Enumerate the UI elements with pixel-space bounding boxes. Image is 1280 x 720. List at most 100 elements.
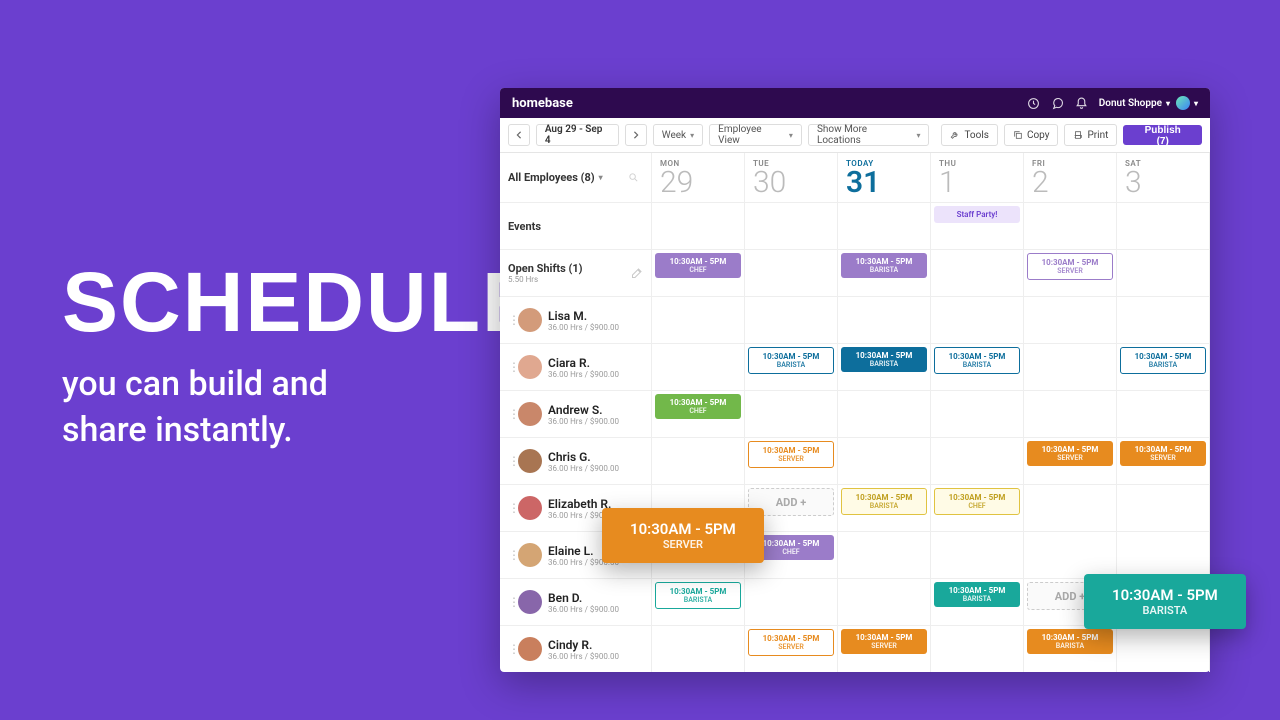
- shift-cell[interactable]: 10:30AM - 5PMBARISTA: [745, 343, 838, 390]
- event-cell[interactable]: [745, 202, 838, 249]
- shift-cell[interactable]: [1117, 625, 1210, 672]
- shift-cell[interactable]: [931, 249, 1024, 296]
- shift-cell[interactable]: 10:30AM - 5PMCHEF: [652, 249, 745, 296]
- shift-cell[interactable]: [1024, 390, 1117, 437]
- shift-cell[interactable]: 10:30AM - 5PMBARISTA: [838, 249, 931, 296]
- shift-cell[interactable]: [1117, 390, 1210, 437]
- event-cell[interactable]: [838, 202, 931, 249]
- shift-block[interactable]: 10:30AM - 5PMBARISTA: [841, 253, 927, 278]
- account-menu[interactable]: Donut Shoppe▾▾: [1099, 96, 1198, 110]
- shift-block[interactable]: 10:30AM - 5PMSERVER: [748, 629, 834, 656]
- shift-cell[interactable]: [652, 343, 745, 390]
- shift-block[interactable]: 10:30AM - 5PMCHEF: [934, 488, 1020, 515]
- employee-filter[interactable]: All Employees (8) ▾: [500, 153, 652, 202]
- employee-row-label[interactable]: ⋮Ben D.36.00 Hrs / $900.00: [500, 578, 652, 625]
- tools-button[interactable]: Tools: [941, 124, 997, 146]
- bell-icon[interactable]: [1073, 94, 1091, 112]
- events-row-label: Events: [500, 202, 652, 249]
- shift-cell[interactable]: [931, 625, 1024, 672]
- shift-block[interactable]: 10:30AM - 5PMSERVER: [1027, 441, 1113, 466]
- event-pill[interactable]: Staff Party!: [934, 206, 1020, 223]
- shift-cell[interactable]: 10:30AM - 5PMBARISTA: [838, 484, 931, 531]
- date-range[interactable]: Aug 29 - Sep 4: [536, 124, 619, 146]
- shift-cell[interactable]: 10:30AM - 5PMBARISTA: [931, 578, 1024, 625]
- publish-button[interactable]: Publish (7): [1123, 125, 1202, 145]
- shift-cell[interactable]: 10:30AM - 5PMSERVER: [745, 625, 838, 672]
- employee-row-label[interactable]: ⋮Andrew S.36.00 Hrs / $900.00: [500, 390, 652, 437]
- shift-block[interactable]: 10:30AM - 5PMBARISTA: [934, 582, 1020, 607]
- shift-block[interactable]: 10:30AM - 5PMCHEF: [655, 394, 741, 419]
- event-cell[interactable]: [1117, 202, 1210, 249]
- shift-block[interactable]: 10:30AM - 5PMBARISTA: [1120, 347, 1206, 374]
- shift-cell[interactable]: 10:30AM - 5PMBARISTA: [931, 343, 1024, 390]
- shift-cell[interactable]: 10:30AM - 5PMBARISTA: [838, 343, 931, 390]
- copy-button[interactable]: Copy: [1004, 124, 1059, 146]
- shift-cell[interactable]: 10:30AM - 5PMSERVER: [838, 625, 931, 672]
- shift-cell[interactable]: [652, 437, 745, 484]
- shift-block[interactable]: 10:30AM - 5PMCHEF: [655, 253, 741, 278]
- shift-cell[interactable]: [838, 531, 931, 578]
- shift-cell[interactable]: 10:30AM - 5PMBARISTA: [1117, 343, 1210, 390]
- shift-block[interactable]: 10:30AM - 5PMBARISTA: [748, 347, 834, 374]
- chat-icon[interactable]: [1049, 94, 1067, 112]
- view-select[interactable]: Week▾: [653, 124, 703, 146]
- shift-cell[interactable]: [745, 390, 838, 437]
- shift-cell[interactable]: [931, 437, 1024, 484]
- shift-cell[interactable]: [745, 296, 838, 343]
- employee-row-label[interactable]: ⋮Chris G.36.00 Hrs / $900.00: [500, 437, 652, 484]
- clock-icon[interactable]: [1025, 94, 1043, 112]
- shift-block[interactable]: 10:30AM - 5PMSERVER: [1120, 441, 1206, 466]
- shift-cell[interactable]: [838, 437, 931, 484]
- shift-cell[interactable]: [931, 296, 1024, 343]
- shift-block[interactable]: 10:30AM - 5PMBARISTA: [1027, 629, 1113, 654]
- floating-shift-card[interactable]: 10:30AM - 5PMBARISTA: [1084, 574, 1246, 629]
- locations-select[interactable]: Show More Locations▾: [808, 124, 930, 146]
- shift-cell[interactable]: [1024, 343, 1117, 390]
- prev-week-button[interactable]: [508, 124, 530, 146]
- event-cell[interactable]: Staff Party!: [931, 202, 1024, 249]
- shift-cell[interactable]: [1117, 531, 1210, 578]
- titlebar: homebase Donut Shoppe▾▾: [500, 88, 1210, 118]
- mode-select[interactable]: Employee View▾: [709, 124, 802, 146]
- shift-cell[interactable]: 10:30AM - 5PMSERVER: [745, 437, 838, 484]
- shift-cell[interactable]: 10:30AM - 5PMBARISTA: [1024, 625, 1117, 672]
- shift-cell[interactable]: 10:30AM - 5PMCHEF: [931, 484, 1024, 531]
- print-button[interactable]: Print: [1064, 124, 1117, 146]
- shift-cell[interactable]: [1024, 531, 1117, 578]
- shift-cell[interactable]: 10:30AM - 5PMBARISTA: [652, 578, 745, 625]
- employee-row-label[interactable]: ⋮Lisa M.36.00 Hrs / $900.00: [500, 296, 652, 343]
- shift-cell[interactable]: [931, 390, 1024, 437]
- event-cell[interactable]: [652, 202, 745, 249]
- shift-block[interactable]: 10:30AM - 5PMSERVER: [748, 441, 834, 468]
- shift-cell[interactable]: [931, 531, 1024, 578]
- shift-cell[interactable]: [1024, 296, 1117, 343]
- next-week-button[interactable]: [625, 124, 647, 146]
- shift-cell[interactable]: [838, 296, 931, 343]
- employee-row-label[interactable]: ⋮Ciara R.36.00 Hrs / $900.00: [500, 343, 652, 390]
- shift-cell[interactable]: [652, 625, 745, 672]
- shift-block[interactable]: 10:30AM - 5PMBARISTA: [655, 582, 741, 609]
- shift-cell[interactable]: [1117, 249, 1210, 296]
- day-header: SAT3: [1117, 153, 1210, 202]
- shift-cell[interactable]: [1117, 296, 1210, 343]
- shift-cell[interactable]: 10:30AM - 5PMCHEF: [652, 390, 745, 437]
- employee-row-label[interactable]: ⋮Cindy R.36.00 Hrs / $900.00: [500, 625, 652, 672]
- event-cell[interactable]: [1024, 202, 1117, 249]
- shift-cell[interactable]: [838, 390, 931, 437]
- shift-cell[interactable]: [1024, 484, 1117, 531]
- day-header: TODAY31: [838, 153, 931, 202]
- shift-block[interactable]: 10:30AM - 5PMBARISTA: [934, 347, 1020, 374]
- shift-block[interactable]: 10:30AM - 5PMBARISTA: [841, 488, 927, 515]
- shift-cell[interactable]: 10:30AM - 5PMSERVER: [1117, 437, 1210, 484]
- shift-block[interactable]: 10:30AM - 5PMBARISTA: [841, 347, 927, 372]
- shift-cell[interactable]: [838, 578, 931, 625]
- shift-cell[interactable]: [745, 578, 838, 625]
- shift-cell[interactable]: 10:30AM - 5PMSERVER: [1024, 437, 1117, 484]
- shift-cell[interactable]: [1117, 484, 1210, 531]
- shift-cell[interactable]: [745, 249, 838, 296]
- shift-block[interactable]: 10:30AM - 5PMSERVER: [1027, 253, 1113, 280]
- shift-block[interactable]: 10:30AM - 5PMSERVER: [841, 629, 927, 654]
- shift-cell[interactable]: [652, 296, 745, 343]
- shift-cell[interactable]: 10:30AM - 5PMSERVER: [1024, 249, 1117, 296]
- floating-shift-card[interactable]: 10:30AM - 5PMSERVER: [602, 508, 764, 563]
